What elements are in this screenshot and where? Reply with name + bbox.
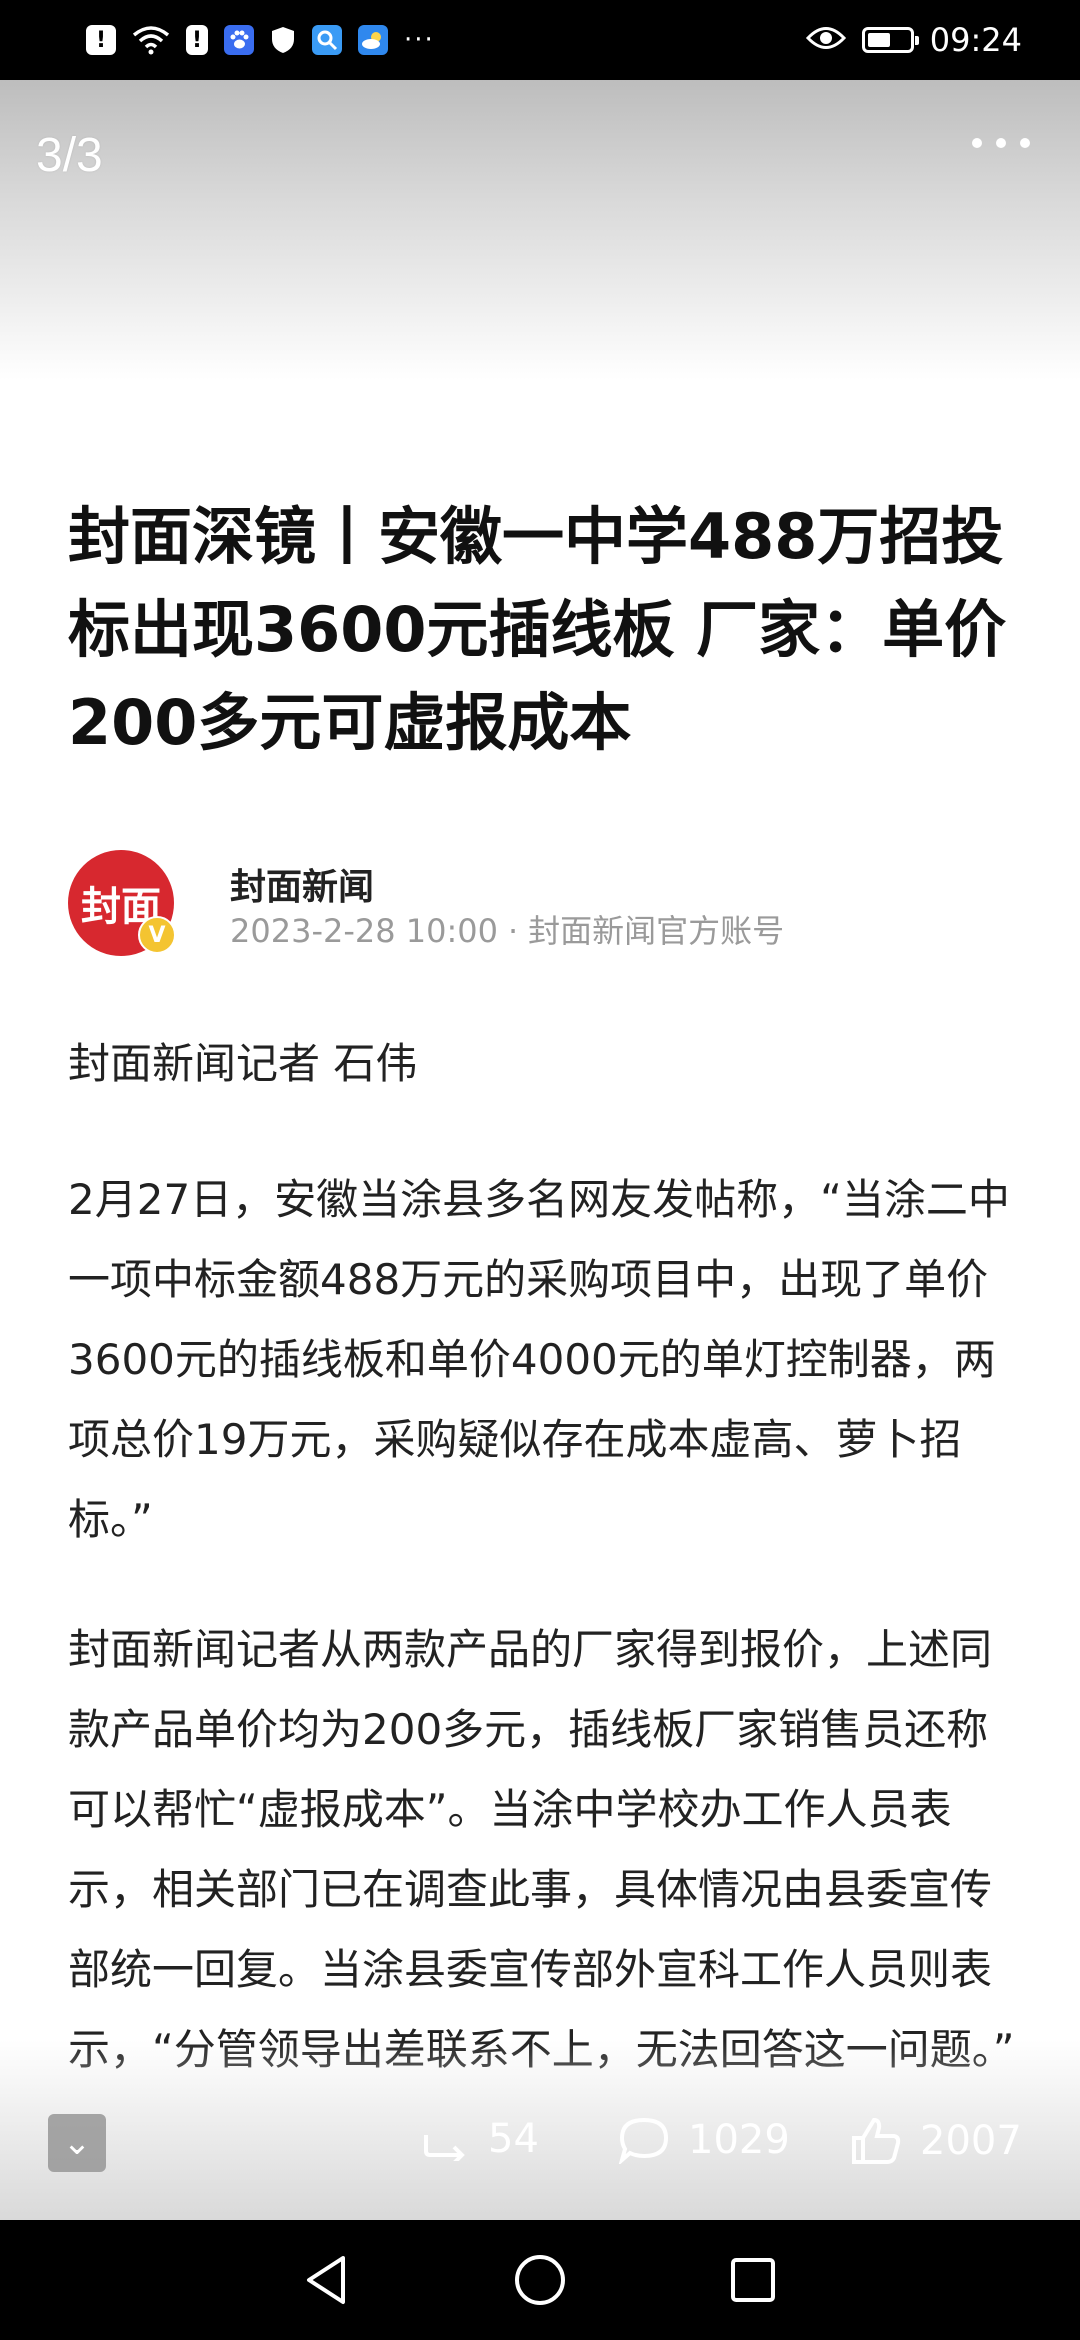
- comment-button[interactable]: 1029: [618, 2116, 790, 2164]
- recents-square-icon: [731, 2258, 776, 2302]
- clock: 09:24: [929, 21, 1022, 59]
- like-count: 2007: [920, 2118, 1022, 2164]
- chevron-down-icon: ⌄: [62, 2123, 92, 2163]
- back-triangle-icon: [306, 2256, 345, 2304]
- collapse-button[interactable]: ⌄: [48, 2114, 106, 2172]
- status-right-icons: 09:24: [805, 21, 1022, 59]
- shield-icon: [270, 25, 296, 55]
- search-app-icon: [312, 25, 342, 55]
- image-counter: 3/3: [36, 129, 103, 182]
- system-nav-bar: [0, 2220, 1080, 2340]
- publish-date: 2023-2-28 10:00: [230, 912, 498, 950]
- meta-separator: ·: [508, 912, 519, 950]
- more-options-icon[interactable]: [972, 138, 1030, 148]
- author-row[interactable]: 封面 V 封面新闻 2023-2-28 10:00 · 封面新闻官方账号: [68, 850, 1028, 960]
- alert-icon: !: [86, 25, 116, 55]
- battery-icon: [861, 27, 919, 53]
- home-button[interactable]: [510, 2250, 570, 2310]
- share-button[interactable]: 54: [420, 2116, 539, 2162]
- back-button[interactable]: [297, 2250, 357, 2310]
- action-bar: ⌄ 54 1029 2007: [0, 2110, 1080, 2190]
- like-button[interactable]: 2007: [850, 2116, 1022, 2166]
- share-icon: [424, 2135, 465, 2161]
- comment-count: 1029: [688, 2117, 790, 2163]
- author-name[interactable]: 封面新闻: [230, 858, 374, 910]
- verified-badge-icon: V: [138, 916, 176, 954]
- home-circle-icon: [514, 2255, 565, 2305]
- article-paragraph: 封面新闻记者从两款产品的厂家得到报价，上述同款产品单价均为200多元，插线板厂家…: [68, 1625, 1015, 2074]
- weather-icon: [358, 25, 388, 55]
- sim-alert-icon: !: [186, 25, 208, 55]
- article-headline: 封面深镜丨安徽一中学488万招投标出现3600元插线板 厂家：单价200多元可虚…: [68, 500, 1007, 759]
- author-meta: 2023-2-28 10:00 · 封面新闻官方账号: [230, 906, 784, 952]
- share-count: 54: [488, 2116, 539, 2162]
- article-byline: 封面新闻记者 石伟: [68, 1039, 418, 1088]
- recents-button[interactable]: [723, 2250, 783, 2310]
- more-notifications-icon: ···: [404, 25, 435, 55]
- avatar[interactable]: 封面 V: [68, 850, 176, 956]
- account-type: 封面新闻官方账号: [528, 912, 785, 950]
- status-bar: ! ! ··· 09:24: [0, 0, 1080, 80]
- eye-icon: [805, 25, 846, 55]
- article-paragraph: 2月27日，安徽当涂县多名网友发帖称，“当涂二中一项中标金额488万元的采购项目…: [68, 1175, 1010, 1544]
- image-viewer-header: 3/3: [0, 80, 1080, 380]
- comment-icon: [618, 2117, 669, 2164]
- baidu-icon: [224, 25, 254, 55]
- wifi-icon: [132, 25, 170, 55]
- status-left-icons: ! ! ···: [86, 25, 435, 55]
- thumbs-up-icon: [852, 2117, 901, 2164]
- battery-level: [867, 33, 890, 47]
